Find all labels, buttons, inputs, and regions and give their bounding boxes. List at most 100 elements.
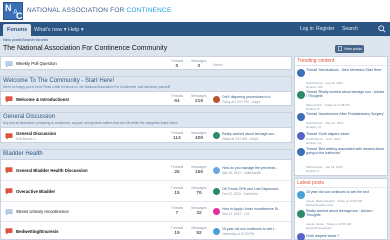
last-post-none: None bbox=[213, 62, 223, 67]
sub-forums-dropdown[interactable]: Sub-forums: ▾ bbox=[16, 137, 36, 141]
tab-whats-new[interactable]: What's new ▾ bbox=[34, 24, 67, 36]
node-title[interactable]: General Discussion bbox=[16, 131, 56, 136]
messages-label: Messages bbox=[191, 226, 207, 230]
site-logo[interactable]: N A C bbox=[3, 2, 23, 21]
trending-item-title[interactable]: Thread 'Cloth diapers views' bbox=[306, 132, 386, 136]
latest-item-title[interactable]: Really worried about teenage son - Advic… bbox=[306, 209, 386, 217]
latest-posts-block: Latest posts 15 year old son continues t… bbox=[294, 178, 388, 240]
threads-label: Threads bbox=[170, 186, 184, 190]
node-weekly-poll[interactable]: Weekly Poll Question Threads 0 Messages … bbox=[0, 56, 292, 70]
trending-item-title[interactable]: Thread 'Really worried about teenage son… bbox=[306, 90, 386, 98]
threads-label: Threads bbox=[170, 59, 184, 63]
main-nav: Forums What's new ▾ Help ▾ Log in Regist… bbox=[0, 22, 390, 36]
category-welcome: Welcome To The Community - Start Here! W… bbox=[0, 76, 292, 91]
site-name-highlight: CONTINENCE bbox=[126, 7, 172, 14]
node-general-discussion[interactable]: General Discussion Sub-forums: ▾ Threads… bbox=[0, 127, 292, 143]
node-welcome[interactable]: Welcome & Introductions! Threads 64 Mess… bbox=[0, 91, 292, 106]
threads-label: Threads bbox=[170, 131, 184, 135]
threads-count: 0 bbox=[175, 64, 179, 69]
threads-label: Threads bbox=[170, 165, 184, 169]
latest-item-title[interactable]: Cloth diapers views ? bbox=[306, 234, 386, 238]
new-posts-button[interactable]: New posts bbox=[335, 45, 364, 53]
last-post-title[interactable]: OnlY diapering procedures to b... bbox=[222, 95, 273, 99]
last-post-title[interactable]: 15 year old son continues to wet t... bbox=[222, 227, 277, 231]
site-name[interactable]: NATIONAL ASSOCIATION FOR CONTINENCE bbox=[27, 7, 172, 14]
tab-help[interactable]: Help ▾ bbox=[68, 24, 84, 36]
avatar[interactable] bbox=[213, 132, 220, 139]
speech-bubble-icon bbox=[5, 167, 13, 174]
node-title[interactable]: General Bladder Health Discussion bbox=[16, 168, 88, 173]
new-posts-link[interactable]: New posts bbox=[3, 37, 22, 42]
logo-letter-n: N bbox=[5, 3, 12, 13]
last-post-title[interactable]: Really worried about teenage son... bbox=[222, 132, 277, 136]
node-title[interactable]: Bedwetting/Enuresis bbox=[16, 229, 59, 234]
avatar[interactable] bbox=[213, 167, 220, 174]
tab-forums[interactable]: Forums bbox=[3, 24, 32, 36]
search-link[interactable]: Search bbox=[342, 24, 358, 35]
category-bladder-health: Bladder Health bbox=[0, 149, 292, 159]
avatar[interactable] bbox=[297, 191, 305, 199]
bladder-health-nodes: General Bladder Health Discussion Thread… bbox=[0, 159, 292, 240]
avatar[interactable] bbox=[297, 210, 305, 218]
avatar[interactable] bbox=[297, 233, 305, 240]
speech-bubble-icon bbox=[5, 61, 13, 68]
avatar[interactable] bbox=[213, 96, 220, 103]
last-post-title[interactable]: How do you manage the precrimin... bbox=[222, 166, 278, 170]
last-post-title[interactable]: How to Apply Under Incontinence Di... bbox=[222, 207, 281, 211]
avatar[interactable] bbox=[213, 228, 220, 235]
avatar[interactable] bbox=[297, 132, 305, 140]
search-forums-link[interactable]: Search forums bbox=[22, 37, 48, 42]
threads-label: Threads bbox=[170, 206, 184, 210]
category-title[interactable]: Welcome To The Community - Start Here! bbox=[3, 78, 114, 84]
avatar[interactable] bbox=[297, 91, 305, 99]
trending-item-title[interactable]: Thread 'Introductions - New Members Star… bbox=[306, 68, 386, 72]
last-post-meta: Yesterday at 12:00 PM bbox=[222, 232, 255, 236]
avatar[interactable] bbox=[297, 148, 305, 156]
register-link[interactable]: Register bbox=[316, 24, 335, 35]
trending-item-title[interactable]: Thread 'Bed wetting associated with drea… bbox=[306, 147, 386, 155]
node-title[interactable]: Overactive Bladder bbox=[16, 189, 55, 194]
last-post-title[interactable]: OK Foods OFB and Lost Dispensed... bbox=[222, 187, 281, 191]
messages-label: Messages bbox=[191, 206, 207, 210]
trending-item-replies: Replies: 24 bbox=[306, 125, 322, 129]
node-title[interactable]: Weekly Poll Question bbox=[16, 61, 57, 66]
messages-label: Messages bbox=[191, 94, 207, 98]
last-post-meta: Today at 3:57 AM · Joeyd bbox=[222, 137, 258, 141]
speech-bubble-icon bbox=[5, 188, 13, 195]
threads-count: 7 bbox=[175, 211, 179, 216]
node-stress-urinary-incontinence[interactable]: Stress Urinary Incontinence Threads 7 Me… bbox=[1, 202, 291, 221]
node-general-bladder-health[interactable]: General Bladder Health Discussion Thread… bbox=[1, 160, 291, 180]
latest-item-forum[interactable]: Bedwetting/Enuresis bbox=[306, 203, 333, 207]
avatar[interactable] bbox=[297, 113, 305, 121]
threads-count: 114 bbox=[173, 136, 181, 141]
sub-nav: New posts Search forums bbox=[0, 36, 390, 44]
node-title[interactable]: Welcome & Introductions! bbox=[16, 97, 69, 102]
login-link[interactable]: Log in bbox=[300, 24, 314, 35]
avatar[interactable] bbox=[213, 188, 220, 195]
messages-count: 156 bbox=[194, 170, 203, 175]
category-title[interactable]: Bladder Health bbox=[3, 151, 43, 157]
last-post-meta: Dec 23, 2022 · J.M. bbox=[222, 212, 250, 216]
messages-count: 408 bbox=[194, 136, 203, 141]
messages-count: 76 bbox=[196, 191, 202, 196]
speech-bubble-icon bbox=[5, 209, 13, 216]
node-overactive-bladder[interactable]: Overactive Bladder Threads 15 Messages 7… bbox=[1, 181, 291, 201]
threads-count: 64 bbox=[174, 99, 180, 104]
latest-item-title[interactable]: 15 year old son continues to wet the bed bbox=[306, 190, 386, 194]
avatar[interactable] bbox=[297, 69, 305, 77]
threads-count: 15 bbox=[174, 191, 180, 196]
category-title[interactable]: General Discussion bbox=[3, 114, 55, 120]
speech-bubble-icon bbox=[5, 228, 13, 235]
new-posts-button-label: New posts bbox=[344, 47, 362, 51]
node-bedwetting-enuresis[interactable]: Bedwetting/Enuresis Threads 19 Messages … bbox=[1, 222, 291, 240]
trending-item-title[interactable]: Thread 'Incontinence After Prostatectomy… bbox=[306, 112, 386, 116]
messages-label: Messages bbox=[191, 165, 207, 169]
trending-item-replies: Replies: 8 bbox=[306, 107, 320, 111]
search-icon[interactable] bbox=[378, 25, 386, 33]
document-icon bbox=[338, 46, 342, 51]
avatar[interactable] bbox=[213, 208, 220, 215]
chevron-down-icon: ▾ bbox=[63, 27, 67, 33]
latest-item-forum[interactable]: General Discussion bbox=[306, 226, 332, 230]
node-title[interactable]: Stress Urinary Incontinence bbox=[16, 209, 69, 214]
trending-item-replies: Replies: 184 bbox=[306, 85, 323, 89]
